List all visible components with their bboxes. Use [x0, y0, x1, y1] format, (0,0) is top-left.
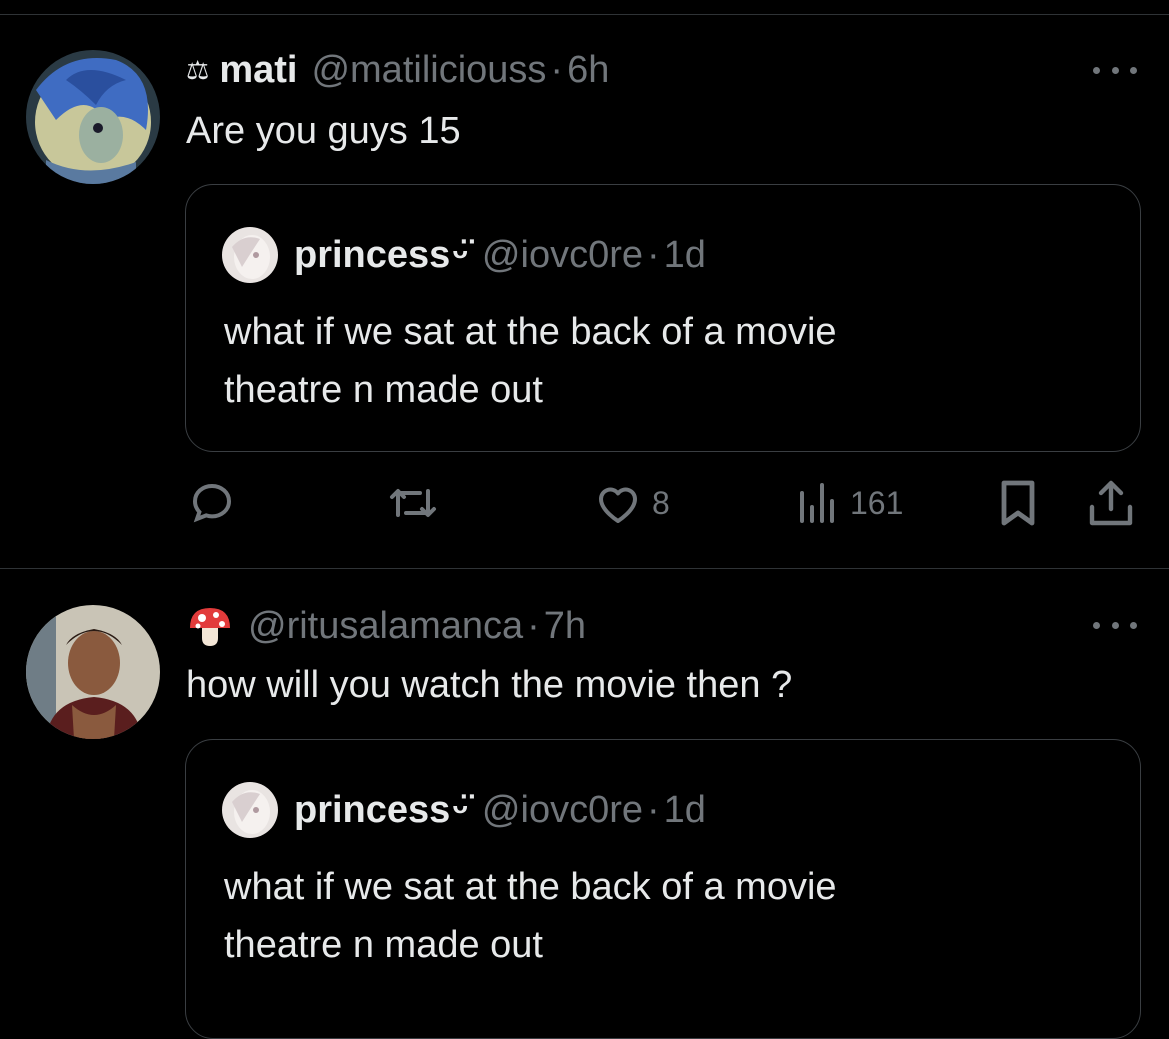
- tweet-header: @ritusalamanca · 7h: [186, 604, 586, 648]
- separator: ·: [647, 233, 660, 276]
- quoted-text: what if we sat at the back of a movie th…: [224, 858, 837, 974]
- more-dot-icon: [1111, 66, 1119, 74]
- handle[interactable]: @matiliciouss: [311, 49, 546, 92]
- views-button[interactable]: 161: [796, 478, 903, 528]
- quoted-text: what if we sat at the back of a movie th…: [224, 303, 837, 419]
- repost-icon: [390, 489, 436, 517]
- action-bar: 8 161: [0, 478, 1169, 528]
- more-options-button[interactable]: [1093, 615, 1137, 635]
- avatar-image: [26, 605, 160, 739]
- analytics-icon: [800, 483, 834, 523]
- quoted-display-name: princess: [294, 233, 451, 276]
- separator: ·: [647, 788, 660, 831]
- quoted-tweet[interactable]: princess ᵕ̈ @iovc0re · 1d what if we sat…: [185, 184, 1141, 452]
- quoted-text-line: what if we sat at the back of a movie: [224, 311, 837, 353]
- like-count: 8: [652, 484, 670, 521]
- quoted-name-emoticon: ᵕ̈: [452, 788, 468, 831]
- quoted-display-name: princess: [294, 788, 451, 831]
- display-name[interactable]: mati: [219, 49, 297, 92]
- more-dot-icon: [1111, 621, 1119, 629]
- separator: ·: [527, 604, 540, 647]
- timestamp[interactable]: 6h: [567, 49, 609, 92]
- mushroom-icon: [186, 602, 234, 650]
- scales-icon: ⚖: [186, 54, 210, 85]
- quoted-avatar: [222, 782, 278, 838]
- quoted-avatar-image: [222, 782, 278, 838]
- reply-icon: [192, 483, 232, 523]
- avatar[interactable]: [26, 605, 160, 739]
- quoted-text-line: theatre n made out: [224, 369, 543, 411]
- repost-button[interactable]: [386, 478, 440, 528]
- quoted-tweet[interactable]: princess ᵕ̈ @iovc0re · 1d what if we sat…: [185, 739, 1141, 1039]
- view-count: 161: [850, 484, 904, 521]
- heart-icon: [598, 487, 638, 523]
- more-dot-icon: [1093, 621, 1100, 629]
- like-button[interactable]: 8: [594, 478, 670, 528]
- quoted-header: princess ᵕ̈ @iovc0re · 1d: [222, 227, 706, 283]
- more-options-button[interactable]: [1093, 60, 1137, 80]
- handle[interactable]: @ritusalamanca: [248, 605, 523, 648]
- quoted-text-line: what if we sat at the back of a movie: [224, 866, 837, 908]
- quoted-text-line: theatre n made out: [224, 924, 543, 966]
- reply-button[interactable]: [188, 478, 236, 528]
- bookmark-button[interactable]: [996, 478, 1040, 528]
- more-dot-icon: [1130, 66, 1137, 74]
- quoted-name-emoticon: ᵕ̈: [452, 233, 468, 276]
- more-dot-icon: [1093, 66, 1100, 74]
- quoted-avatar: [222, 227, 278, 283]
- timestamp[interactable]: 7h: [544, 605, 586, 648]
- more-dot-icon: [1130, 621, 1137, 629]
- quoted-timestamp: 1d: [663, 233, 706, 276]
- avatar-image: [26, 50, 160, 184]
- quoted-handle: @iovc0re: [481, 233, 643, 276]
- tweet-header: ⚖ mati @matiliciouss · 6h: [186, 48, 609, 92]
- share-button[interactable]: [1088, 478, 1134, 528]
- tweet-2[interactable]: @ritusalamanca · 7h how will you watch t…: [0, 569, 1169, 1039]
- tweet-text: how will you watch the movie then ?: [186, 664, 793, 706]
- quoted-timestamp: 1d: [663, 788, 706, 831]
- quoted-header: princess ᵕ̈ @iovc0re · 1d: [222, 782, 706, 838]
- separator: ·: [550, 48, 564, 91]
- quoted-avatar-image: [222, 227, 278, 283]
- tweet-1[interactable]: ⚖ mati @matiliciouss · 6h Are you guys 1…: [0, 0, 1169, 568]
- avatar[interactable]: [26, 50, 160, 184]
- tweet-text: Are you guys 15: [186, 110, 461, 152]
- quoted-handle: @iovc0re: [481, 788, 643, 831]
- share-icon: [1089, 480, 1133, 526]
- bookmark-icon: [1001, 480, 1035, 526]
